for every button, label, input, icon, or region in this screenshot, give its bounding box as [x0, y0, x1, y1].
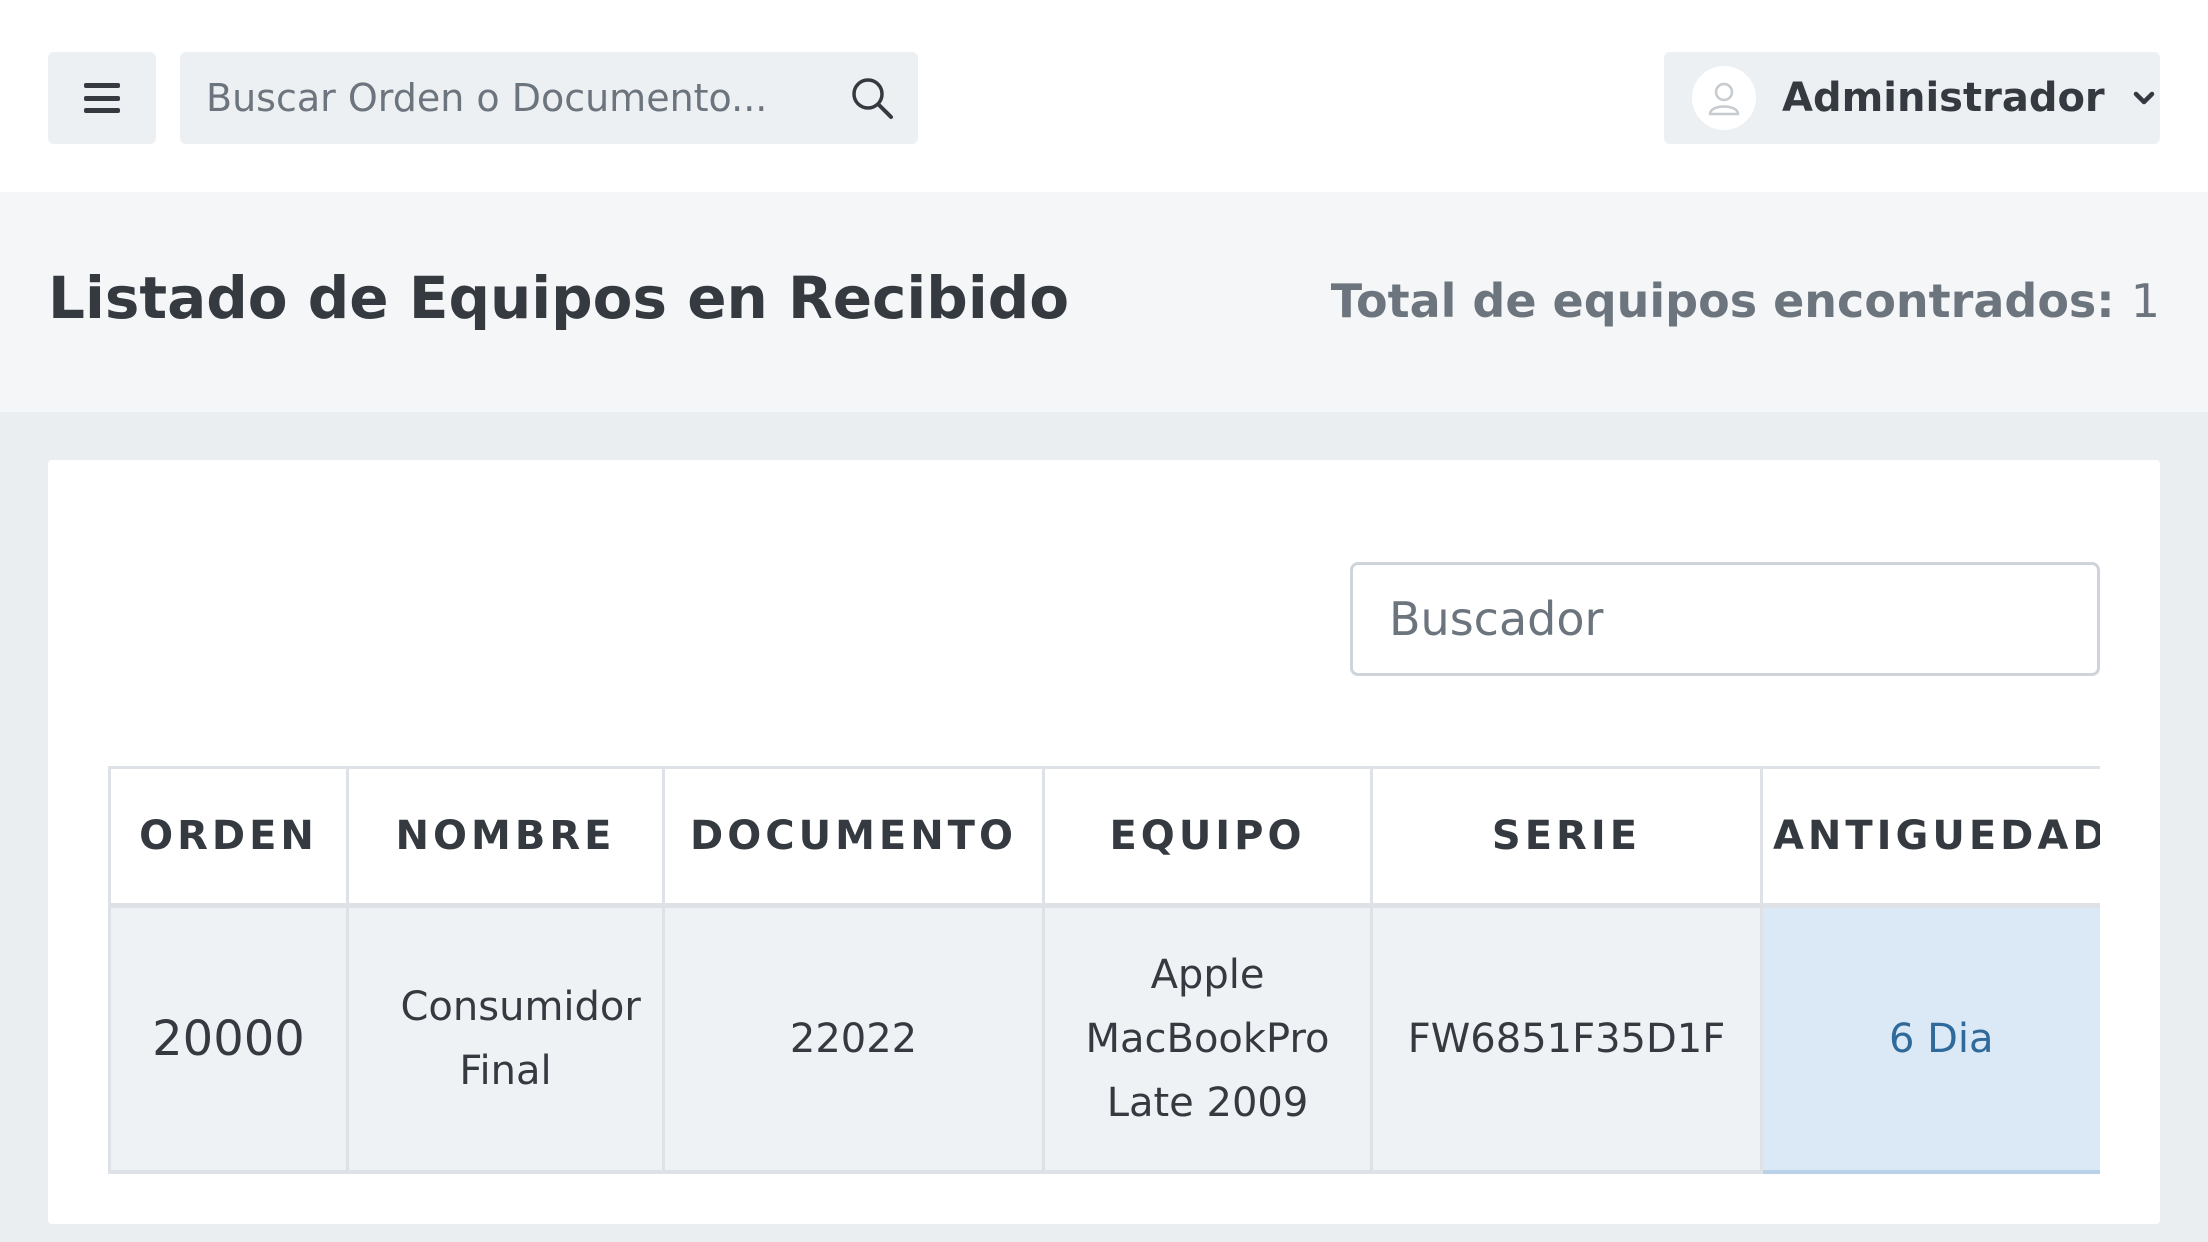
table-search: [1350, 562, 2100, 676]
hamburger-icon: [84, 83, 120, 113]
hamburger-menu-button[interactable]: [48, 52, 156, 144]
cell-equipo: Apple MacBookPro Late 2009: [1042, 904, 1373, 1174]
total-count: Total de equipos encontrados: 1: [1331, 274, 2160, 328]
user-avatar-icon: [1692, 66, 1756, 130]
user-menu-dropdown[interactable]: Administrador: [1664, 52, 2160, 144]
column-header-documento[interactable]: DOCUMENTO: [662, 766, 1045, 908]
cell-equipo-text: Apple MacBookPro Late 2009: [1085, 951, 1330, 1126]
global-search: [180, 52, 918, 144]
equipment-card: ORDEN NOMBRE DOCUMENTO EQUIPO SERIE ANTI…: [48, 460, 2160, 1224]
table-row[interactable]: 20000 Consumidor Final 22022 Apple MacBo…: [108, 904, 2100, 1174]
cell-antiguedad: 6 Dia: [1760, 904, 2100, 1174]
equipment-table: ORDEN NOMBRE DOCUMENTO EQUIPO SERIE ANTI…: [108, 766, 2100, 1174]
column-header-nombre[interactable]: NOMBRE: [346, 766, 665, 908]
page-header: Listado de Equipos en Recibido Total de …: [0, 192, 2208, 412]
column-header-orden[interactable]: ORDEN: [108, 766, 349, 908]
table-search-input[interactable]: [1353, 565, 2097, 673]
table-header-row: ORDEN NOMBRE DOCUMENTO EQUIPO SERIE ANTI…: [108, 766, 2100, 908]
total-count-value: 1: [2130, 274, 2160, 328]
total-count-label: Total de equipos encontrados:: [1330, 274, 2115, 328]
cell-nombre-text: Consumidor Final: [400, 983, 641, 1094]
column-header-serie[interactable]: SERIE: [1370, 766, 1763, 908]
equipment-table-wrapper: ORDEN NOMBRE DOCUMENTO EQUIPO SERIE ANTI…: [108, 766, 2100, 1194]
user-name: Administrador: [1782, 75, 2105, 121]
search-icon[interactable]: [848, 74, 896, 122]
cell-orden: 20000: [108, 904, 349, 1174]
cell-documento: 22022: [662, 904, 1045, 1174]
top-navbar: Administrador: [0, 0, 2208, 192]
column-header-equipo[interactable]: EQUIPO: [1042, 766, 1373, 908]
chevron-down-icon: [2133, 91, 2154, 105]
column-header-antiguedad[interactable]: ANTIGUEDAD: [1760, 766, 2100, 908]
cell-nombre: Consumidor Final: [346, 904, 665, 1174]
global-search-input[interactable]: [180, 52, 820, 144]
page-title: Listado de Equipos en Recibido: [48, 264, 1070, 332]
cell-serie: FW6851F35D1F: [1370, 904, 1763, 1174]
